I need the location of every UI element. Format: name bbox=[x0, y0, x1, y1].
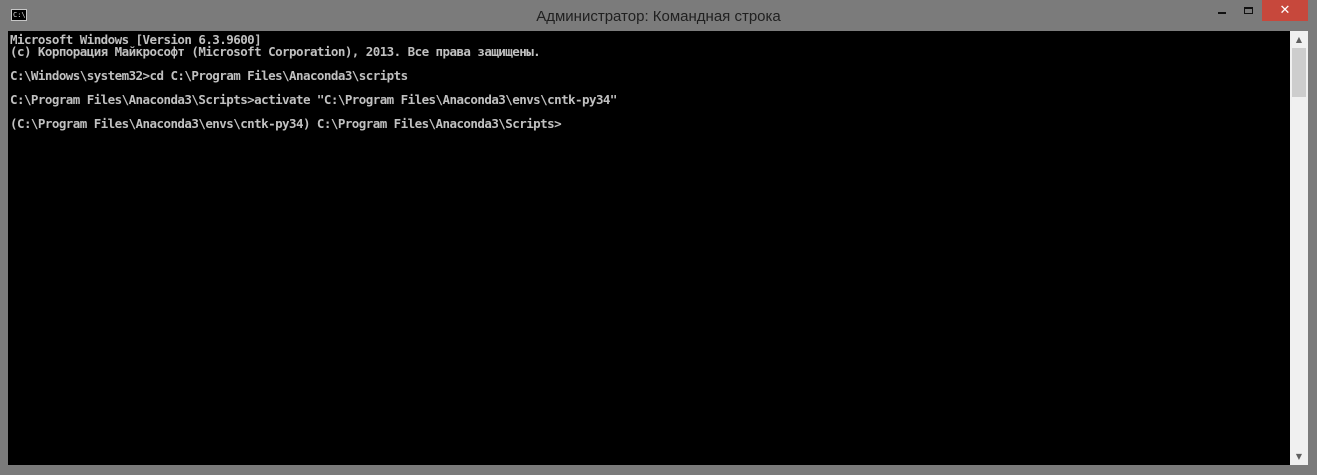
title-bar[interactable]: C:\ Администратор: Командная строка ✕ bbox=[0, 0, 1317, 31]
scroll-thumb[interactable] bbox=[1292, 48, 1306, 97]
console-line-6: C:\Program Files\Anaconda3\Scripts>activ… bbox=[10, 92, 617, 107]
console-line-4: C:\Windows\system32>cd C:\Program Files\… bbox=[10, 68, 408, 83]
maximize-icon bbox=[1244, 7, 1253, 14]
console-line-2: (c) Корпорация Майкрософт (Microsoft Cor… bbox=[10, 44, 541, 59]
close-button[interactable]: ✕ bbox=[1262, 0, 1308, 21]
minimize-icon bbox=[1218, 12, 1226, 14]
close-icon: ✕ bbox=[1279, 3, 1291, 18]
vertical-scrollbar[interactable]: ▲ ▼ bbox=[1290, 31, 1308, 465]
maximize-button[interactable] bbox=[1235, 0, 1262, 21]
console-output[interactable]: Microsoft Windows [Version 6.3.9600] (c)… bbox=[8, 31, 1290, 465]
scroll-up-button[interactable]: ▲ bbox=[1290, 31, 1308, 48]
minimize-button[interactable] bbox=[1208, 0, 1235, 21]
scroll-down-button[interactable]: ▼ bbox=[1290, 448, 1308, 465]
console-line-8: (C:\Program Files\Anaconda3\envs\cntk-py… bbox=[10, 116, 562, 131]
window-title: Администратор: Командная строка bbox=[536, 8, 781, 25]
chevron-down-icon: ▼ bbox=[1295, 452, 1303, 461]
chevron-up-icon: ▲ bbox=[1295, 35, 1303, 44]
command-prompt-window: C:\ Администратор: Командная строка ✕ Mi… bbox=[0, 0, 1317, 475]
